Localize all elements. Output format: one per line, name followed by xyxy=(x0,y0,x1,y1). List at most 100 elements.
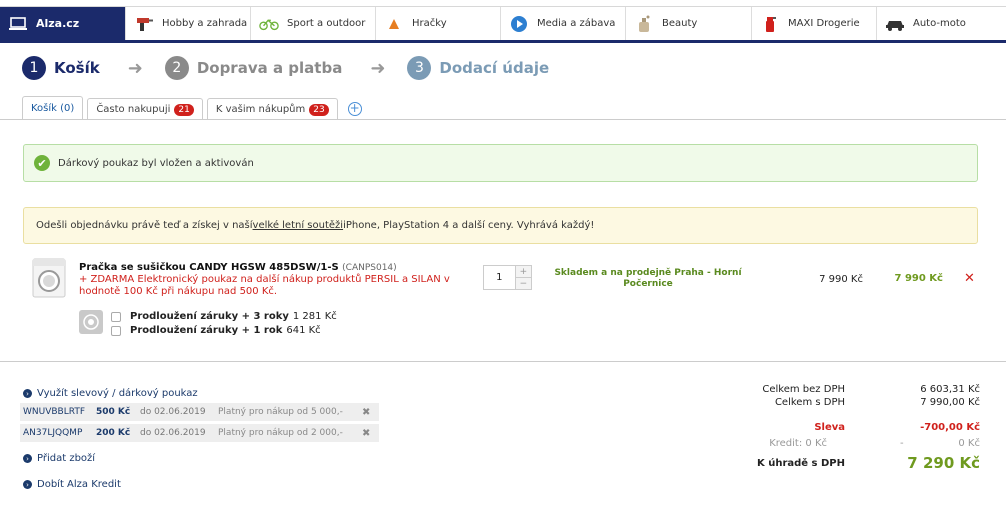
warranty-option-3y[interactable]: Prodloužení záruky + 3 roky 1 281 Kč xyxy=(111,311,337,322)
decrement-button[interactable]: − xyxy=(515,278,531,289)
tab-label: K vašim nákupům xyxy=(215,104,306,115)
cart-tabs: Košík (0) Často nakupuji 21 K vašim nákup… xyxy=(22,96,362,120)
chevron-right-icon: › xyxy=(23,480,32,489)
step-number: 2 xyxy=(164,56,189,80)
nav-toys[interactable]: Hračky xyxy=(376,7,501,40)
nav-hobby[interactable]: Hobby a zahrada xyxy=(126,7,251,40)
tab-cart[interactable]: Košík (0) xyxy=(22,96,84,120)
voucher-row: AN37LJQQMP 200 Kč do 02.06.2019 Platný p… xyxy=(20,424,379,442)
voucher-code: AN37LJQQMP xyxy=(23,428,83,438)
link-label: Využít slevový / dárkový poukaz xyxy=(37,388,198,399)
success-text: Dárkový poukaz byl vložen a aktivován xyxy=(58,157,254,169)
divider xyxy=(0,361,1006,362)
final-total-label: K úhradě s DPH xyxy=(756,458,845,469)
nav-sport[interactable]: Sport a outdoor xyxy=(251,7,376,40)
discount-label: Sleva xyxy=(814,422,845,433)
washing-machine-icon[interactable] xyxy=(32,258,66,298)
voucher-amount: 200 Kč xyxy=(96,428,131,438)
warranty-label: Prodloužení záruky + 1 rok xyxy=(130,325,283,336)
total-no-vat-label: Celkem bez DPH xyxy=(762,384,845,395)
quantity-stepper[interactable]: 1 + − xyxy=(483,265,532,290)
product-name[interactable]: Pračka se sušičkou CANDY HGSW 485DSW/1-S… xyxy=(79,262,397,273)
product-title: Pračka se sušičkou CANDY HGSW 485DSW/1-S xyxy=(79,262,339,273)
add-item-link[interactable]: › Přidat zboží xyxy=(23,453,95,464)
step-label: Košík xyxy=(54,59,100,77)
nav-label: MAXI Drogerie xyxy=(788,18,860,29)
gift-note: + ZDARMA Elektronický poukaz na další ná… xyxy=(79,274,450,297)
toy-icon xyxy=(384,15,404,33)
tab-to-purchases[interactable]: K vašim nákupům 23 xyxy=(206,98,338,120)
step-delivery[interactable]: 2 Doprava a platba xyxy=(164,56,343,80)
voucher-validity: Platný pro nákup od 2 000,- xyxy=(218,428,343,438)
add-tab-icon[interactable]: + xyxy=(347,102,362,116)
stock-status: Skladem a na prodejně Praha - Horní Poče… xyxy=(554,268,742,289)
step-label: Doprava a platba xyxy=(196,59,343,77)
remove-item-icon[interactable]: ✕ xyxy=(964,271,975,286)
total-no-vat-value: 6 603,31 Kč xyxy=(920,384,980,395)
nav-drogerie[interactable]: MAXI Drogerie xyxy=(752,7,877,40)
link-label: Přidat zboží xyxy=(37,453,96,464)
tab-label: Často nakupuji xyxy=(96,104,171,115)
laptop-icon xyxy=(8,15,28,33)
total-vat-value: 7 990,00 Kč xyxy=(920,397,980,408)
increment-button[interactable]: + xyxy=(515,266,531,278)
total-vat-label: Celkem s DPH xyxy=(774,397,845,408)
warranty-label: Prodloužení záruky + 3 roky xyxy=(130,311,289,322)
step-cart[interactable]: 1 Košík xyxy=(22,56,100,80)
arrow-right-icon: ➜ xyxy=(370,57,386,79)
remove-voucher-icon[interactable]: ✖ xyxy=(362,407,374,418)
total-price: 7 990 Kč xyxy=(894,273,943,284)
checkbox[interactable] xyxy=(111,325,121,336)
nav-label: Hračky xyxy=(412,18,447,29)
nav-label: Beauty xyxy=(662,18,698,29)
promo-text: iPhone, PlayStation 4 a další ceny. Vyhr… xyxy=(343,220,595,231)
checkbox[interactable] xyxy=(111,311,121,322)
credit-label: Kredit: 0 Kč xyxy=(769,438,827,449)
credit-value: 0 Kč xyxy=(958,438,980,449)
category-nav: Alza.cz Hobby a zahrada Sport a outdoor … xyxy=(0,6,1006,43)
car-icon xyxy=(885,15,905,33)
voucher-code: WNUVBBLRTF xyxy=(23,407,86,417)
promo-banner: Odešli objednávku právě teď a získej v n… xyxy=(23,207,978,244)
voucher-date: do 02.06.2019 xyxy=(140,407,206,417)
warranty-option-1y[interactable]: Prodloužení záruky + 1 rok 641 Kč xyxy=(111,325,321,336)
warranty-price: 1 281 Kč xyxy=(292,311,337,322)
voucher-amount: 500 Kč xyxy=(96,407,131,417)
nav-media[interactable]: Media a zábava xyxy=(501,7,626,40)
voucher-date: do 02.06.2019 xyxy=(140,428,206,438)
tab-often-bought[interactable]: Často nakupuji 21 xyxy=(87,98,203,120)
voucher-row: WNUVBBLRTF 500 Kč do 02.06.2019 Platný p… xyxy=(20,403,379,421)
nav-label: Media a zábava xyxy=(537,18,616,29)
use-voucher-link[interactable]: › Využít slevový / dárkový poukaz xyxy=(23,388,198,399)
final-total-value: 7 290 Kč xyxy=(907,454,980,472)
top-up-credit-link[interactable]: › Dobít Alza Kredit xyxy=(23,479,121,490)
remove-voucher-icon[interactable]: ✖ xyxy=(362,428,374,439)
promo-text: Odešli objednávku právě teď a získej v n… xyxy=(36,220,253,231)
chevron-right-icon: › xyxy=(23,389,32,398)
step-address[interactable]: 3 Dodací údaje xyxy=(407,56,549,80)
link-label: Dobít Alza Kredit xyxy=(37,479,121,490)
quantity-value[interactable]: 1 xyxy=(484,266,515,289)
warranty-price: 641 Kč xyxy=(286,325,321,336)
nav-home[interactable]: Alza.cz xyxy=(0,7,126,40)
arrow-right-icon: ➜ xyxy=(127,57,143,79)
bicycle-icon xyxy=(259,15,279,33)
checkmark-icon: ✔ xyxy=(34,155,50,171)
discount-value: -700,00 Kč xyxy=(920,422,980,433)
unit-price: 7 990 Kč xyxy=(819,274,863,285)
count-badge: 21 xyxy=(174,103,194,116)
nav-label: Sport a outdoor xyxy=(287,18,366,29)
nav-label: Auto-moto xyxy=(913,18,966,29)
nav-auto[interactable]: Auto-moto xyxy=(877,7,1006,40)
nav-label: Alza.cz xyxy=(36,17,80,30)
contest-link[interactable]: velké letní soutěži xyxy=(253,220,344,231)
divider xyxy=(0,119,1006,120)
product-code: (CANPS014) xyxy=(342,263,397,273)
drill-icon xyxy=(134,15,154,33)
chevron-right-icon: › xyxy=(23,454,32,463)
count-badge: 23 xyxy=(309,103,329,116)
nav-label: Hobby a zahrada xyxy=(162,18,248,29)
step-number: 3 xyxy=(407,56,432,80)
checkout-steps: 1 Košík ➜ 2 Doprava a platba ➜ 3 Dodací … xyxy=(22,56,549,80)
nav-beauty[interactable]: Beauty xyxy=(626,7,752,40)
